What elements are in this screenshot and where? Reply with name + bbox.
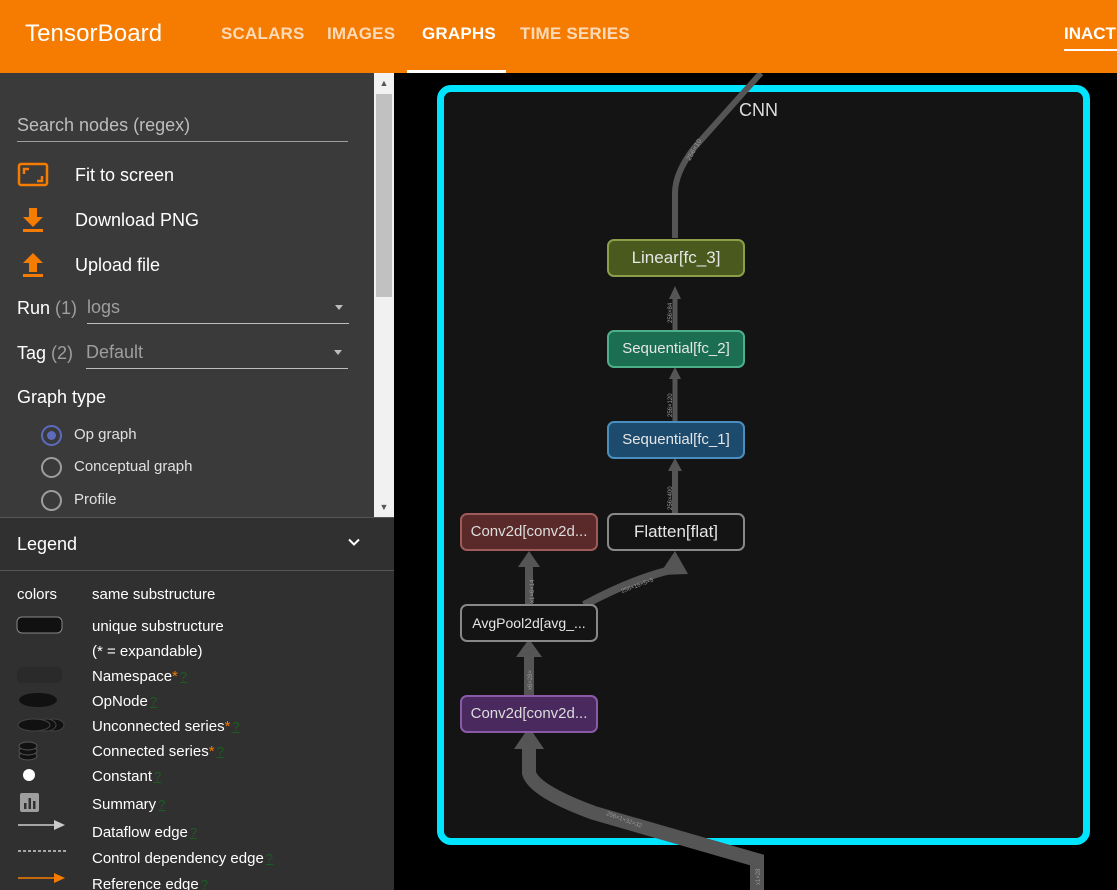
help-link[interactable]: ?: [180, 669, 187, 684]
node-conv2d-1[interactable]: Conv2d[conv2d...: [460, 695, 598, 733]
legend-unconnected-series: Unconnected series*?: [92, 718, 240, 735]
help-link[interactable]: ?: [201, 877, 208, 890]
download-png-label: Download PNG: [75, 210, 200, 230]
node-sequential-fc1[interactable]: Sequential[fc_1]: [607, 421, 745, 459]
help-link[interactable]: ?: [190, 825, 197, 840]
svg-text:256×84: 256×84: [668, 302, 674, 323]
help-link[interactable]: ?: [158, 797, 165, 812]
reference-edge-icon: [18, 873, 65, 883]
legend-reference-edge: Reference edge?: [92, 876, 208, 890]
legend-constant: Constant?: [92, 768, 162, 785]
help-link[interactable]: ?: [266, 851, 273, 866]
edge-label-top: 256×10: [686, 138, 704, 162]
run-label: Run (1): [17, 298, 78, 318]
download-icon: [23, 208, 43, 232]
scroll-up-icon[interactable]: ▲: [374, 73, 394, 93]
scrollbar-thumb[interactable]: [376, 94, 392, 297]
inactive-dropdown-underline: [1064, 49, 1117, 51]
tab-graphs[interactable]: GRAPHS: [422, 24, 496, 44]
opnode-icon: [19, 693, 57, 707]
namespace-icon: [17, 667, 62, 683]
legend-summary: Summary?: [92, 796, 166, 813]
legend-dataflow-edge: Dataflow edge?: [92, 824, 198, 841]
radio-conceptual-graph[interactable]: Conceptual graph: [41, 457, 341, 479]
control-dependency-edge-icon: [18, 850, 66, 852]
search-nodes-input[interactable]: Search nodes (regex): [17, 113, 348, 142]
unique-substructure-swatch-icon: [16, 616, 63, 634]
legend-expandable-note: (* = expandable): [92, 643, 203, 660]
connected-series-icon: [18, 741, 38, 761]
legend-colors-label: colors: [17, 586, 58, 603]
radio-selected-icon: [41, 425, 62, 446]
legend-connected-series: Connected series*?: [92, 743, 224, 760]
svg-text:x1×28: x1×28: [756, 868, 762, 885]
legend-same-substructure: same substructure: [92, 586, 216, 603]
legend-namespace: Namespace*?: [92, 668, 188, 685]
run-select[interactable]: logs: [87, 295, 349, 324]
dropdown-arrow-icon: [334, 350, 342, 355]
tag-select[interactable]: Default: [86, 340, 348, 369]
sidebar: Search nodes (regex) Fit to screen Downl…: [0, 73, 394, 890]
legend-header[interactable]: Legend: [0, 517, 394, 571]
legend-unique-substructure: unique substructure: [92, 618, 224, 635]
tag-label: Tag (2): [17, 343, 74, 363]
dropdown-arrow-icon: [335, 305, 343, 310]
help-link[interactable]: ?: [150, 694, 157, 709]
legend-control-dependency-edge: Control dependency edge?: [92, 850, 274, 867]
fit-to-screen-button[interactable]: Fit to screen: [17, 161, 347, 191]
help-link[interactable]: ?: [154, 769, 161, 784]
upload-file-button[interactable]: Upload file: [17, 251, 347, 281]
constant-icon: [23, 769, 35, 781]
svg-text:256×400: 256×400: [668, 486, 674, 510]
radio-unselected-icon: [41, 490, 62, 511]
help-link[interactable]: ?: [217, 744, 224, 759]
edge-input-conv1[interactable]: [522, 748, 764, 890]
svg-text:x1×6×14: x1×6×14: [530, 579, 536, 603]
legend-title: Legend: [17, 534, 78, 554]
tab-time-series[interactable]: TIME SERIES: [520, 24, 630, 44]
summary-icon: [20, 793, 39, 812]
graph-edges: 256×10 256×84 256×120 256×400 256×16×5×5…: [514, 73, 764, 890]
help-link[interactable]: ?: [232, 719, 239, 734]
svg-text:x6×28×: x6×28×: [528, 669, 534, 690]
dataflow-edge-icon: [18, 820, 65, 830]
scroll-down-icon[interactable]: ▼: [374, 497, 394, 517]
node-linear-fc3[interactable]: Linear[fc_3]: [607, 239, 745, 277]
radio-profile[interactable]: Profile: [41, 490, 341, 512]
fit-to-screen-label: Fit to screen: [75, 165, 175, 185]
radio-unselected-icon: [41, 457, 62, 478]
graph-type-title: Graph type: [17, 387, 107, 407]
node-flatten[interactable]: Flatten[flat]: [607, 513, 745, 551]
legend-opnode: OpNode?: [92, 693, 158, 710]
top-app-bar: TensorBoard SCALARS IMAGES GRAPHS TIME S…: [0, 0, 1117, 73]
node-avgpool2d[interactable]: AvgPool2d[avg_...: [460, 604, 598, 642]
node-conv2d-2[interactable]: Conv2d[conv2d...: [460, 513, 598, 551]
tab-images[interactable]: IMAGES: [327, 24, 395, 44]
sidebar-controls: Search nodes (regex) Fit to screen Downl…: [0, 73, 374, 517]
legend-panel: Legend colors same substructure unique s…: [0, 517, 394, 890]
upload-icon: [23, 253, 43, 277]
node-sequential-fc2[interactable]: Sequential[fc_2]: [607, 330, 745, 368]
tab-scalars[interactable]: SCALARS: [221, 24, 305, 44]
inactive-dropdown[interactable]: INACTI: [1064, 24, 1117, 44]
download-png-button[interactable]: Download PNG: [17, 206, 347, 236]
unconnected-series-icon: [17, 718, 65, 732]
radio-op-graph[interactable]: Op graph: [41, 425, 341, 447]
fit-screen-icon: [17, 162, 49, 187]
chevron-down-icon[interactable]: [348, 536, 360, 548]
svg-text:256×120: 256×120: [668, 393, 674, 417]
app-title: TensorBoard: [25, 20, 163, 47]
upload-file-label: Upload file: [75, 255, 161, 275]
